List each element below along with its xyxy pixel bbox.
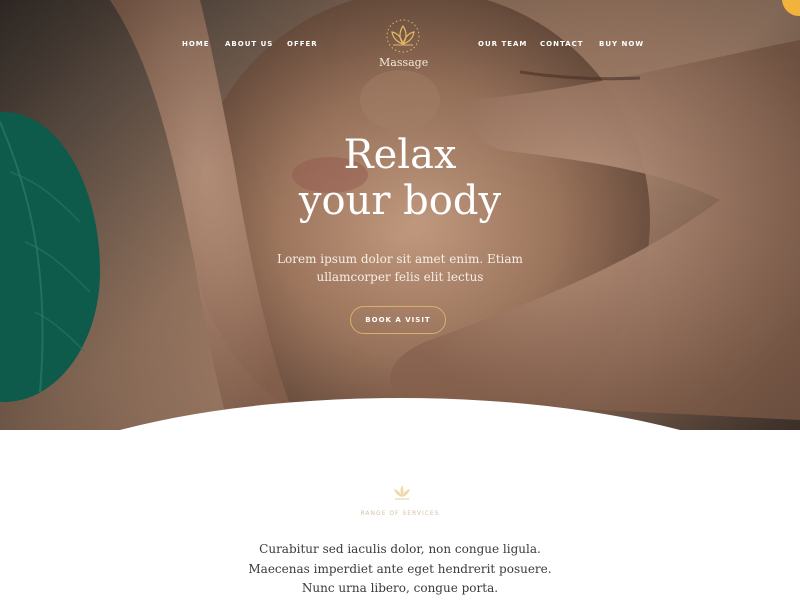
paragraph-line-2: Maecenas imperdiet ante eget hendrerit p… [248,561,552,576]
services-label: RANGE OF SERVICES [360,510,440,517]
hero-headline: Relax your body [250,132,550,224]
hero-subtitle: Lorem ipsum dolor sit amet enim. Etiam u… [270,250,530,286]
nav-our-team[interactable]: OUR TEAM [478,40,527,48]
nav-home[interactable]: HOME [182,40,210,48]
nav-offer[interactable]: OFFER [287,40,318,48]
services-paragraph: Curabitur sed iaculis dolor, non congue … [200,540,600,599]
paragraph-line-3: Nunc urna libero, congue porta. [301,581,499,595]
logo[interactable]: Massage [379,18,429,72]
top-nav: HOME ABOUT US OFFER Massage OUR TEAM CON… [0,0,800,80]
hero-section: HOME ABOUT US OFFER Massage OUR TEAM CON… [0,0,800,430]
subtitle-line-1: Lorem ipsum dolor sit amet enim. Etiam [277,252,523,266]
lotus-icon [394,485,410,500]
paragraph-line-1: Curabitur sed iaculis dolor, non congue … [259,542,541,556]
leaf-decoration [0,112,100,402]
nav-contact[interactable]: CONTACT [540,40,584,48]
book-a-visit-button[interactable]: BOOK A VISIT [350,306,446,334]
lotus-icon [386,19,420,53]
subtitle-line-2: ullamcorper felis elit lectus [316,270,484,284]
nav-buy-now[interactable]: BUY NOW [599,40,644,48]
headline-line-1: Relax [343,132,457,178]
headline-line-2: your body [298,178,502,224]
logo-text: Massage [379,56,429,69]
nav-about-us[interactable]: ABOUT US [225,40,273,48]
